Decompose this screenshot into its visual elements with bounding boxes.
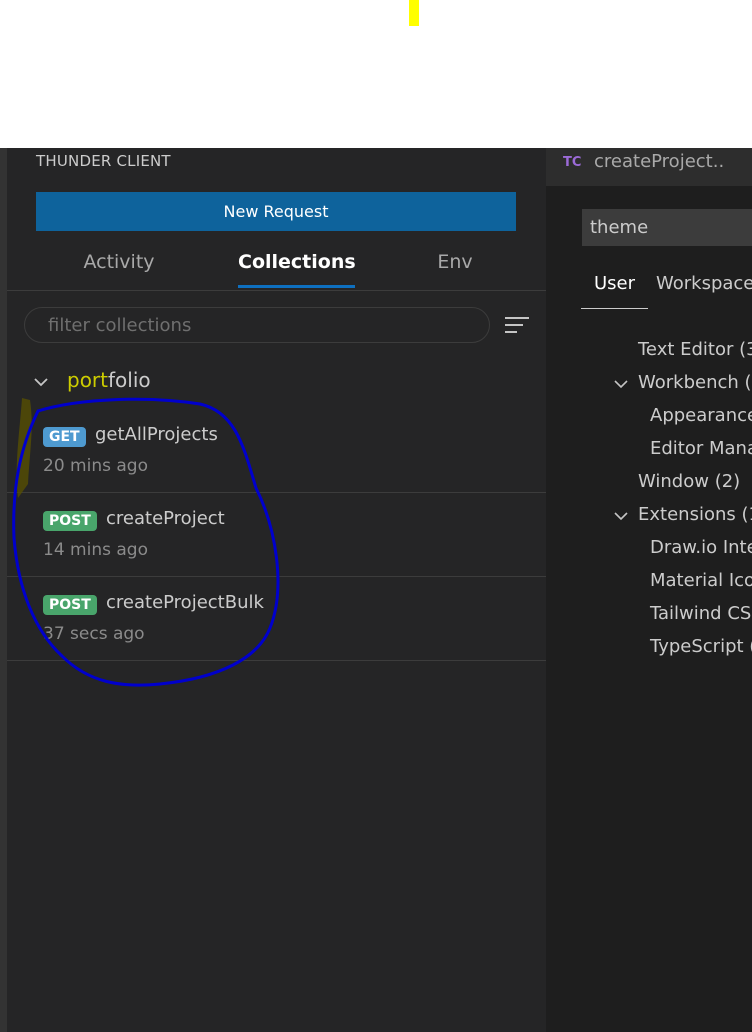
tree-item-tailwind[interactable]: Tailwind CSS — [650, 603, 752, 624]
tree-item-window[interactable]: Window (2) — [638, 471, 740, 492]
tree-item-text-editor[interactable]: Text Editor (3) — [638, 339, 752, 360]
new-request-button[interactable]: New Request — [36, 192, 516, 231]
tab-activity[interactable]: Activity — [67, 240, 171, 288]
chevron-down-icon[interactable] — [31, 372, 51, 392]
method-badge: GET — [43, 427, 86, 447]
settings-search-input[interactable] — [582, 209, 752, 246]
settings-editor: TC createProject.. User Workspace Text E… — [546, 148, 752, 1032]
collection-name-rest: folio — [108, 368, 151, 392]
tree-item-drawio[interactable]: Draw.io Inte — [650, 537, 752, 558]
request-item[interactable]: POST createProject 14 mins ago — [7, 493, 546, 577]
editor-tab-title[interactable]: createProject.. — [594, 151, 724, 172]
method-badge: POST — [43, 595, 97, 615]
tree-item-workbench[interactable]: Workbench (8 — [638, 372, 752, 393]
chevron-down-icon[interactable] — [613, 376, 629, 392]
activity-bar — [0, 148, 7, 1032]
tree-item-extensions[interactable]: Extensions (15 — [638, 504, 752, 525]
request-name: getAllProjects — [95, 424, 218, 445]
chevron-down-icon[interactable] — [613, 508, 629, 524]
tab-workspace-settings[interactable]: Workspace — [656, 273, 752, 294]
request-name: createProjectBulk — [106, 592, 264, 613]
collection-name: portfolio — [67, 368, 151, 392]
thunder-client-icon: TC — [563, 155, 582, 170]
request-item[interactable]: GET getAllProjects 20 mins ago — [7, 409, 546, 493]
collection-name-match: port — [67, 368, 108, 392]
collection-portfolio[interactable]: portfolio — [7, 366, 546, 398]
vscode-window: THUNDER CLIENT New Request Activity Coll… — [0, 148, 752, 1032]
tree-item-typescript[interactable]: TypeScript (1 — [650, 636, 752, 657]
tree-item-editor-management[interactable]: Editor Mana — [650, 438, 752, 459]
request-name: createProject — [106, 508, 225, 529]
request-item[interactable]: POST createProjectBulk 37 secs ago — [7, 577, 546, 661]
screenshot-top-margin — [0, 0, 752, 148]
yellow-highlight-mark — [409, 0, 419, 26]
sort-menu-icon[interactable] — [504, 315, 530, 335]
filter-collections-input[interactable] — [24, 307, 490, 343]
request-time: 14 mins ago — [43, 540, 148, 560]
tab-collections[interactable]: Collections — [238, 240, 356, 288]
editor-tab-bar: TC createProject.. — [546, 148, 752, 186]
tree-item-appearance[interactable]: Appearance — [650, 405, 752, 426]
thunder-client-sidebar: THUNDER CLIENT New Request Activity Coll… — [7, 148, 546, 1032]
sidebar-tabs: Activity Collections Env — [7, 240, 546, 291]
tab-user-settings[interactable]: User — [580, 273, 649, 309]
request-time: 37 secs ago — [43, 624, 145, 644]
sidebar-title: THUNDER CLIENT — [36, 152, 171, 170]
tree-item-material-icon[interactable]: Material Ico — [650, 570, 752, 591]
tab-env[interactable]: Env — [420, 240, 490, 288]
request-time: 20 mins ago — [43, 456, 148, 476]
method-badge: POST — [43, 511, 97, 531]
